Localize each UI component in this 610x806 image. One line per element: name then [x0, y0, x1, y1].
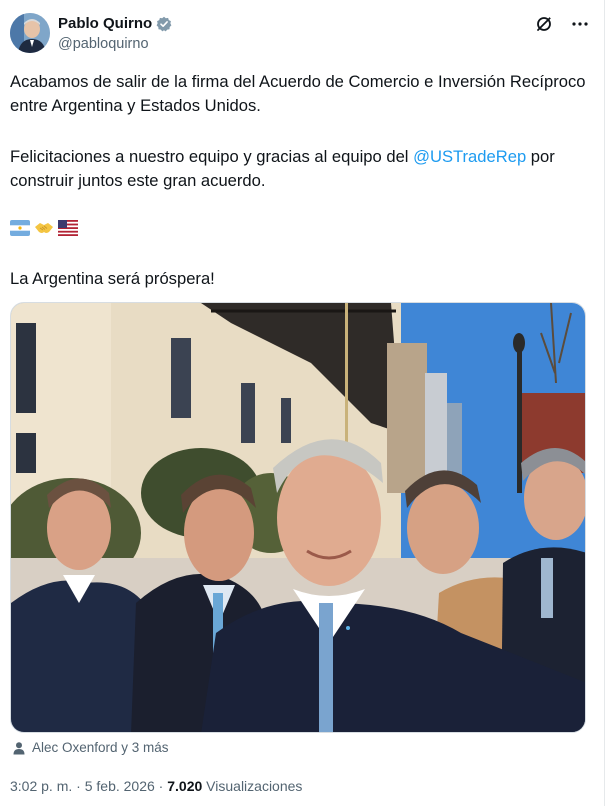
- views-count: 7.020: [167, 778, 203, 794]
- author-handle[interactable]: @pabloquirno: [58, 34, 172, 54]
- meta-separator-2: ·: [154, 778, 168, 794]
- post-paragraph-3: La Argentina será próspera!: [10, 269, 215, 288]
- post-date[interactable]: 5 feb. 2026: [85, 778, 155, 794]
- views-label: Visualizaciones: [206, 778, 303, 794]
- author-block: Pablo Quirno @pabloquirno: [58, 15, 172, 54]
- us-flag-icon: [58, 220, 78, 236]
- post-time[interactable]: 3:02 p. m.: [10, 778, 72, 794]
- header-actions: [534, 14, 590, 34]
- author-name[interactable]: Pablo Quirno: [58, 15, 152, 33]
- author-name-row[interactable]: Pablo Quirno: [58, 15, 172, 33]
- handshake-icon: [34, 220, 54, 236]
- tagged-users-label: Alec Oxenford y 3 más: [32, 740, 169, 755]
- tagged-users[interactable]: Alec Oxenford y 3 más: [12, 740, 169, 755]
- post-header: Pablo Quirno @pabloquirno: [10, 12, 590, 56]
- post-photo[interactable]: [10, 302, 586, 733]
- meta-separator: ·: [72, 778, 85, 794]
- post-paragraph-1: Acabamos de salir de la firma del Acuerd…: [10, 72, 586, 115]
- person-icon: [13, 741, 25, 754]
- more-options-icon[interactable]: [570, 14, 590, 34]
- emoji-row: [10, 220, 78, 236]
- post-meta: 3:02 p. m. · 5 feb. 2026 · 7.020 Visuali…: [10, 778, 302, 794]
- argentina-flag-icon: [10, 220, 30, 236]
- mention-link[interactable]: @USTradeRep: [413, 147, 526, 166]
- avatar[interactable]: [10, 13, 50, 53]
- post-paragraph-2-pre: Felicitaciones a nuestro equipo y gracia…: [10, 147, 414, 166]
- grok-icon[interactable]: [534, 14, 554, 34]
- post-paragraph-2: Felicitaciones a nuestro equipo y gracia…: [10, 145, 590, 193]
- post-card: Pablo Quirno @pabloquirno Acabamos de sa…: [0, 0, 605, 806]
- verified-badge-icon: [156, 16, 172, 32]
